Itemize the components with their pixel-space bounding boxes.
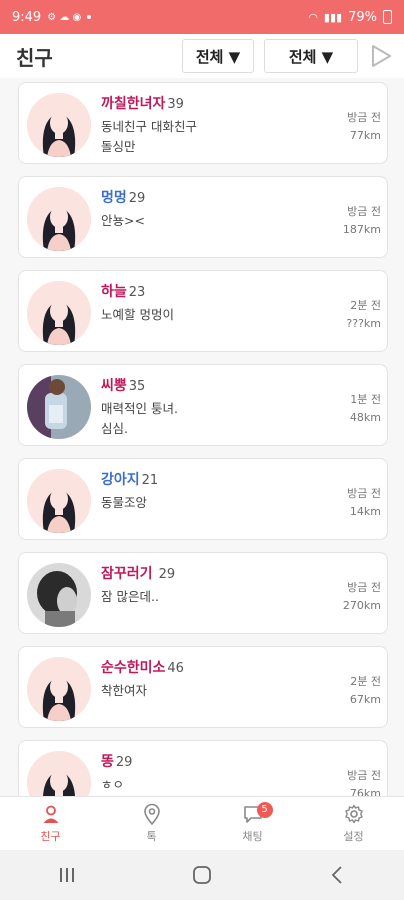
nickname: 하늘 — [101, 284, 127, 300]
status-message-line2: 돌싱만 — [101, 139, 136, 154]
nickname: 잠꾸러기 — [101, 566, 153, 582]
last-active-time: 방금 전 — [347, 487, 381, 500]
status-message: ㅎㅇ — [101, 777, 125, 792]
friend-card[interactable]: 하늘 23 노예할 멍멍이 2분 전 ???km — [18, 270, 388, 352]
status-message: 안뇽>< — [101, 213, 145, 228]
age: 46 — [167, 661, 184, 676]
nickname: 강아지 — [101, 472, 140, 488]
recents-icon[interactable] — [52, 865, 82, 885]
tab-label: 채팅 — [242, 830, 263, 843]
name-line: 똥 29 — [101, 751, 132, 771]
friend-card[interactable]: 까칠한녀자 39 동네친구 대화친구돌싱만 방금 전 77km — [18, 82, 388, 164]
age: 29 — [154, 567, 176, 582]
avatar[interactable] — [27, 93, 91, 157]
tab-friends[interactable]: 친구 — [0, 797, 101, 850]
friend-card[interactable]: 잠꾸러기 29 잠 많은데.. 방금 전 270km — [18, 552, 388, 634]
nickname: 까칠한녀자 — [101, 96, 166, 112]
friend-list[interactable]: 까칠한녀자 39 동네친구 대화친구 돌싱만 방금 전 77km 멍멍 29 안뇽>< 방금 전1… — [0, 78, 404, 796]
friend-card[interactable]: 강아지 21 동물조앙 방금 전 14km — [18, 458, 388, 540]
name-line: 잠꾸러기 29 — [101, 563, 175, 583]
status-message: 동물조앙 — [101, 495, 148, 510]
name-line: 까칠한녀자 39 — [101, 93, 184, 113]
status-message: 착한여자 — [101, 683, 148, 698]
notification-icon: ⚙ ☁ ◉ — [47, 11, 82, 23]
nickname: 멍멍 — [101, 190, 127, 206]
battery-percent: 79% — [348, 9, 377, 25]
age: 39 — [167, 97, 184, 112]
status-message-line2: 심심. — [101, 421, 128, 436]
avatar[interactable] — [27, 751, 91, 796]
last-active-time: 방금 전 — [347, 205, 381, 218]
name-line: 씨뿡 35 — [101, 375, 145, 395]
status-message: 동네친구 대화친구 — [101, 119, 197, 134]
nickname: 씨뿡 — [101, 378, 127, 394]
location-pin-icon — [141, 803, 163, 825]
avatar[interactable] — [27, 469, 91, 533]
age: 35 — [128, 379, 146, 394]
last-active-time: 2분 전 — [350, 299, 381, 312]
nickname: 똥 — [101, 754, 114, 770]
distance: 48km — [349, 411, 381, 424]
status-time: 9:49 — [12, 9, 42, 25]
status-message: 잠 많은데.. — [101, 589, 159, 604]
name-line: 멍멍 29 — [101, 187, 145, 207]
bottom-tab-bar: 친구 톡 5 채팅 설정 — [0, 796, 404, 850]
last-active-time: 방금 전 — [347, 111, 381, 124]
avatar[interactable] — [27, 187, 91, 251]
nickname: 순수한미소 — [101, 660, 166, 676]
age: 29 — [128, 191, 146, 206]
age: 21 — [141, 473, 159, 488]
status-message: 노예할 멍멍이 — [101, 307, 174, 322]
person-icon — [40, 803, 62, 825]
name-line: 강아지 21 — [101, 469, 158, 489]
name-line: 하늘 23 — [101, 281, 145, 301]
distance: 187km — [342, 223, 381, 236]
distance: 67km — [349, 693, 381, 706]
status-message: 매력적인 퉁녀. — [101, 401, 178, 416]
send-icon[interactable] — [368, 43, 394, 69]
distance: ???km — [346, 317, 381, 330]
back-icon[interactable] — [322, 865, 352, 885]
chat-badge: 5 — [256, 802, 273, 818]
avatar[interactable] — [27, 281, 91, 345]
signal-icon: ▮▮▮ — [323, 10, 343, 24]
last-active-time: 2분 전 — [350, 675, 381, 688]
app-bar: 친구 전체 ▼ 전체 ▼ — [0, 34, 404, 78]
friend-card[interactable]: 순수한미소 46 착한여자 2분 전 67km — [18, 646, 388, 728]
avatar[interactable] — [27, 375, 91, 439]
filter-dropdown-1[interactable]: 전체 ▼ — [182, 39, 254, 73]
filter-dropdown-2[interactable]: 전체 ▼ — [264, 39, 358, 73]
name-line: 순수한미소 46 — [101, 657, 184, 677]
last-active-time: 방금 전 — [347, 769, 381, 782]
status-bar: 9:49 ⚙ ☁ ◉ ◠ ▮▮▮ 79% — [0, 0, 404, 34]
tab-talk[interactable]: 톡 — [101, 797, 202, 850]
page-title: 친구 — [16, 45, 53, 70]
distance: 77km — [349, 129, 381, 142]
last-active-time: 방금 전 — [347, 581, 381, 594]
notification-dot-icon — [87, 15, 92, 19]
system-nav-bar — [0, 850, 404, 900]
friend-card[interactable]: 똥 29 ㅎㅇ 방금 전 76km — [18, 740, 388, 796]
distance: 14km — [349, 505, 381, 518]
tab-label: 톡 — [146, 830, 157, 843]
tab-settings[interactable]: 설정 — [303, 797, 404, 850]
distance: 270km — [342, 599, 381, 612]
gear-icon — [343, 803, 365, 825]
wifi-icon: ◠ — [308, 10, 318, 24]
tab-label: 친구 — [40, 830, 61, 843]
age: 29 — [115, 755, 133, 770]
last-active-time: 1분 전 — [350, 393, 381, 406]
friend-card[interactable]: 씨뿡 35 매력적인 퉁녀. 심심. 1분 전 48km — [18, 364, 388, 446]
tab-chat[interactable]: 5 채팅 — [202, 797, 303, 850]
tab-label: 설정 — [343, 830, 364, 843]
battery-icon — [383, 10, 392, 24]
age: 23 — [128, 285, 146, 300]
distance: 76km — [349, 787, 381, 796]
avatar[interactable] — [27, 657, 91, 721]
friend-card[interactable]: 멍멍 29 안뇽>< 방금 전 187km — [18, 176, 388, 258]
home-icon[interactable] — [187, 865, 217, 885]
avatar[interactable] — [27, 563, 91, 627]
